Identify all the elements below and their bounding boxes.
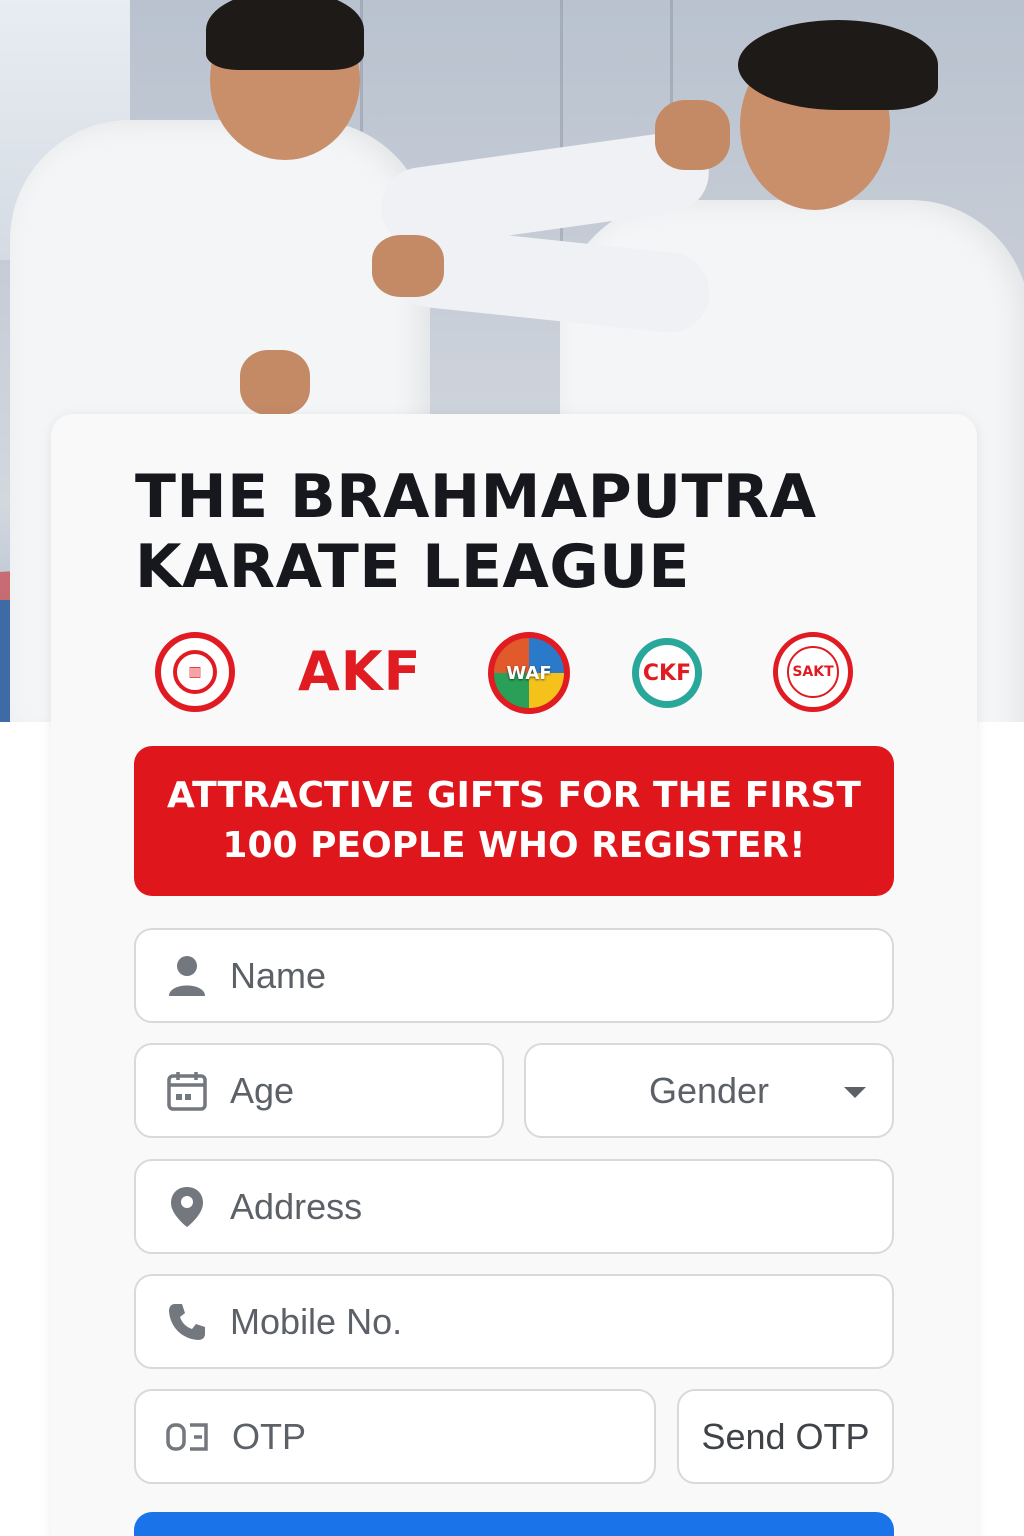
- gender-select[interactable]: Gender: [524, 1043, 894, 1138]
- age-field[interactable]: [134, 1043, 504, 1138]
- page-title: THE BRAHMAPUTRA KARATE LEAGUE: [135, 462, 895, 602]
- title-line-2: KARATE LEAGUE: [135, 532, 690, 602]
- promo-line-1: ATTRACTIVE GIFTS FOR THE FIRST: [167, 775, 861, 816]
- calendar-icon: [166, 1067, 208, 1115]
- promo-line-2: 100 PEOPLE WHO REGISTER!: [222, 825, 806, 866]
- ckf-logo: CKF: [632, 638, 702, 708]
- otp-input[interactable]: [232, 1415, 654, 1458]
- mobile-field[interactable]: [134, 1274, 894, 1369]
- person-icon: [166, 952, 208, 1000]
- title-line-1: THE BRAHMAPUTRA: [135, 462, 817, 532]
- submit-button[interactable]: [134, 1512, 894, 1536]
- akf-logo: AKF: [298, 640, 422, 703]
- mobile-input[interactable]: [230, 1300, 892, 1343]
- name-field[interactable]: [134, 928, 894, 1023]
- sakt-logo: SAKT: [773, 632, 853, 712]
- otp-field[interactable]: [134, 1389, 656, 1484]
- address-field[interactable]: [134, 1159, 894, 1254]
- age-input[interactable]: [230, 1069, 502, 1112]
- gender-value: Gender: [648, 1069, 770, 1111]
- chevron-down-icon: [844, 1087, 866, 1098]
- otp-icon: [166, 1413, 210, 1461]
- waf-logo: WAF: [488, 632, 570, 714]
- promo-banner: ATTRACTIVE GIFTS FOR THE FIRST 100 PEOPL…: [134, 746, 894, 896]
- location-pin-icon: [166, 1183, 208, 1231]
- phone-icon: [166, 1298, 208, 1346]
- address-input[interactable]: [230, 1185, 892, 1228]
- name-input[interactable]: [230, 954, 892, 997]
- emblem-logo-1: ▥: [155, 632, 235, 712]
- send-otp-button[interactable]: Send OTP: [677, 1389, 894, 1484]
